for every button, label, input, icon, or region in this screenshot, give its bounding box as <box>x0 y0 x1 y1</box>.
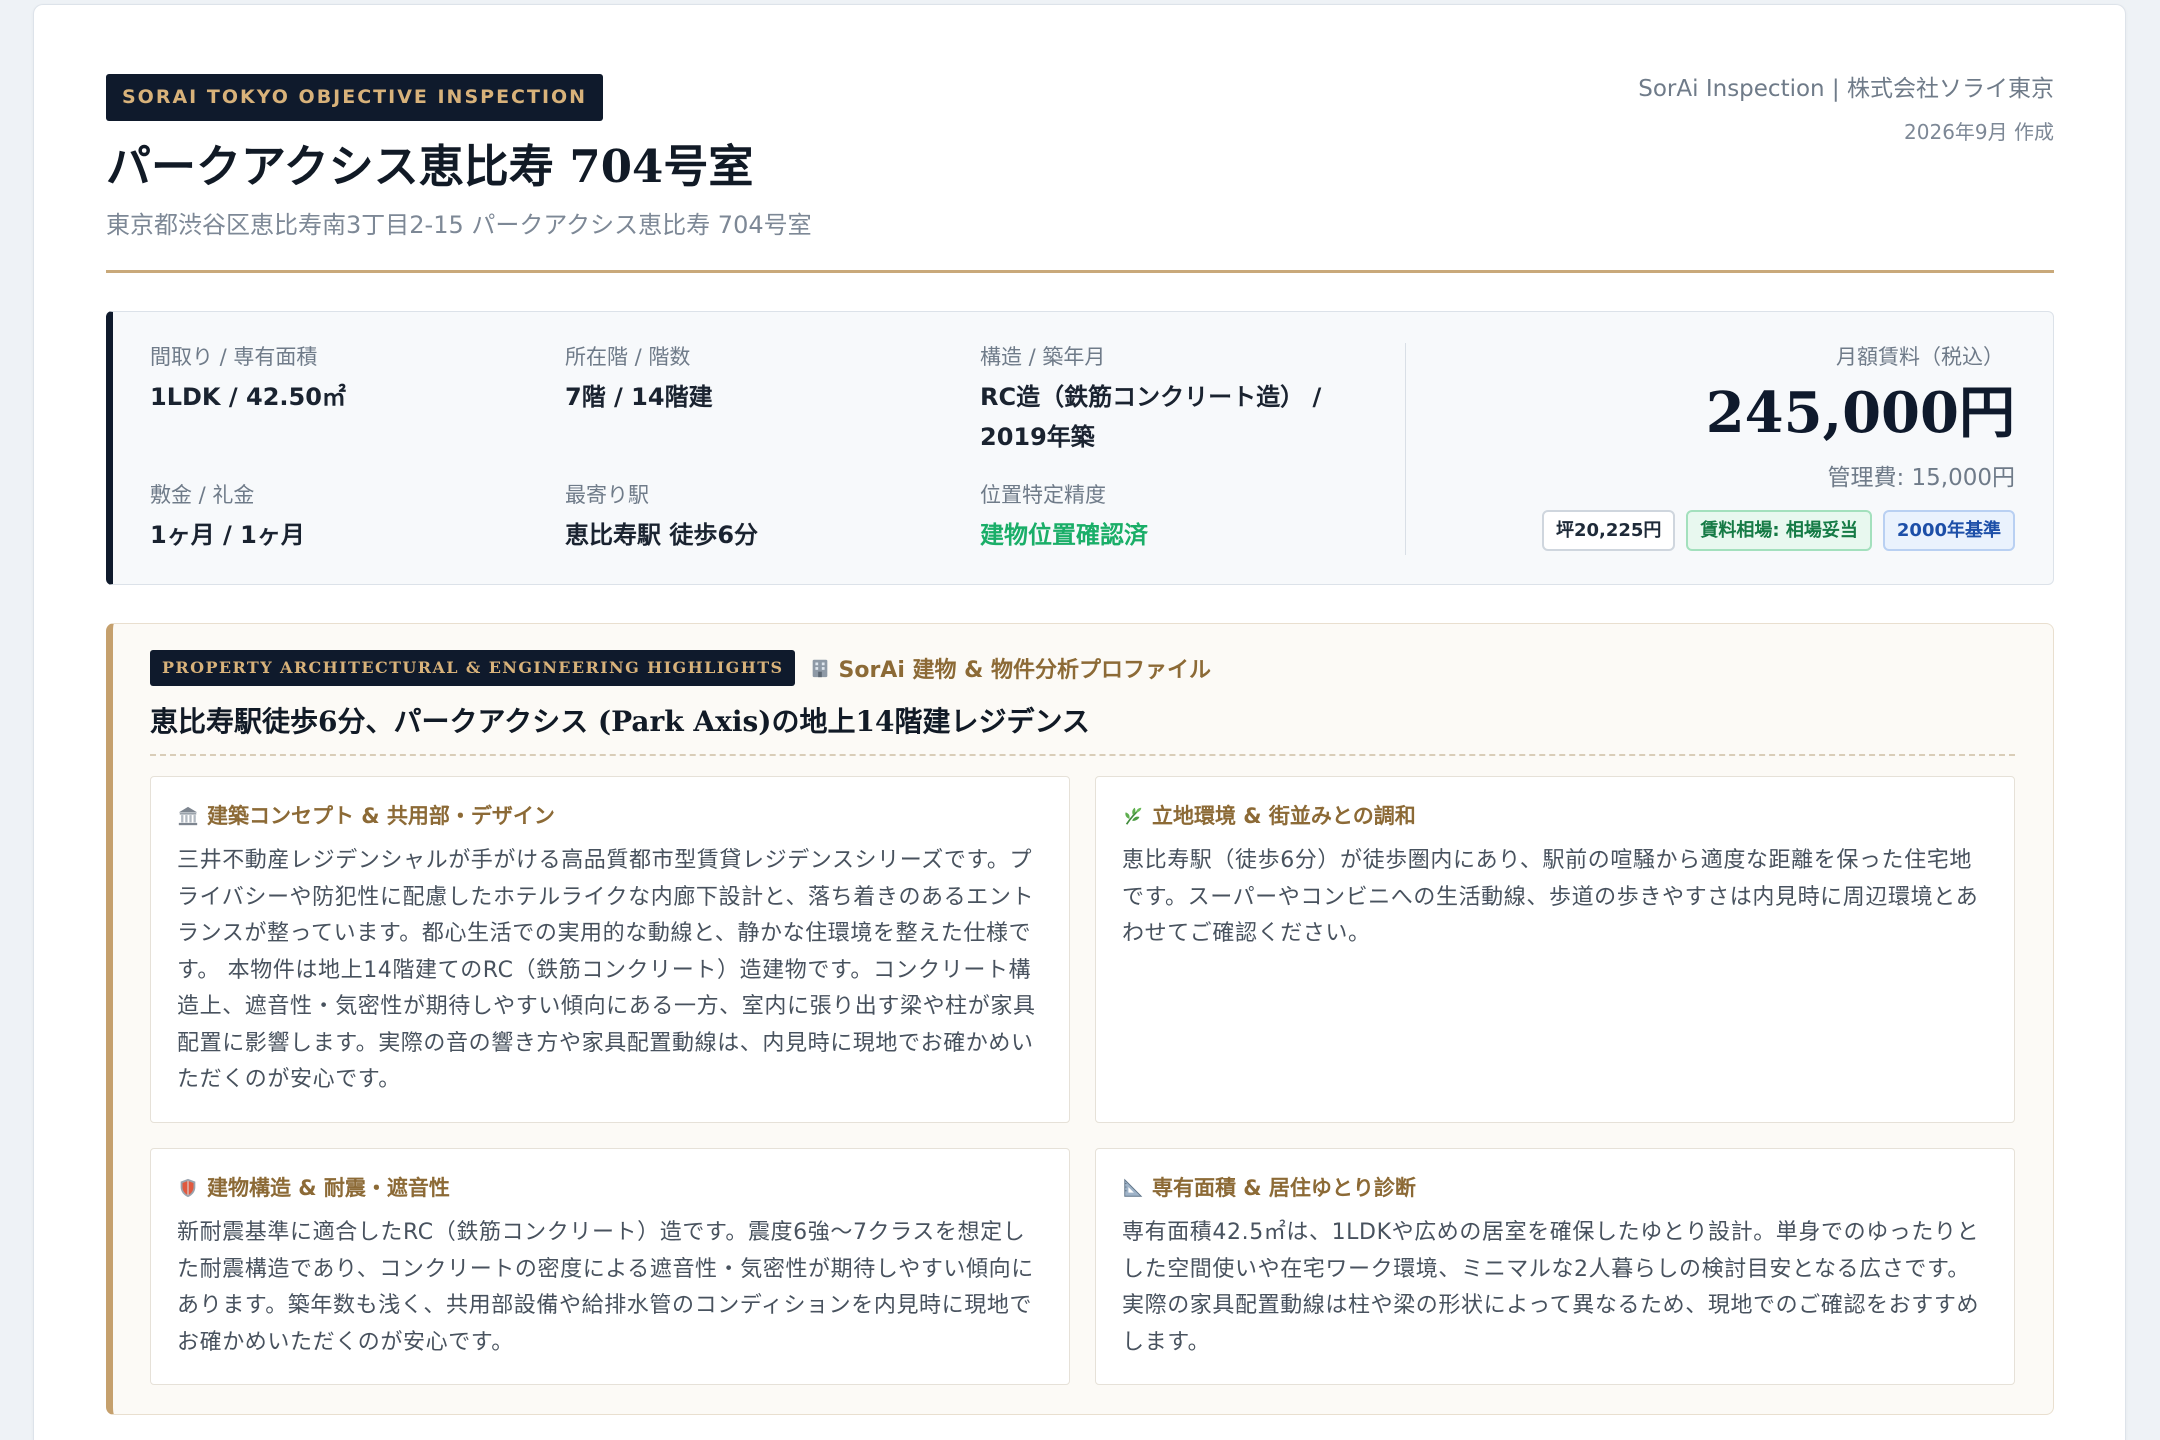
header-left: SORAI TOKYO OBJECTIVE INSPECTION パークアクシス… <box>106 74 812 241</box>
field-value: 恵比寿駅 徒歩6分 <box>565 521 759 549</box>
summary-panel: 間取り / 専有面積 1LDK / 42.50㎡ 所在階 / 階数 7階 / 1… <box>106 311 2054 585</box>
field-layout-area: 間取り / 専有面積 1LDK / 42.50㎡ <box>150 343 565 457</box>
card-title-text: 建物構造 & 耐震・遮音性 <box>207 1176 450 1200</box>
card-title-text: 専有面積 & 居住ゆとり診断 <box>1152 1176 1416 1200</box>
card-title: 立地環境 & 街並みとの調和 <box>1122 801 1988 831</box>
card-location-environment: 立地環境 & 街並みとの調和 恵比寿駅（徒歩6分）が徒歩圏内にあり、駅前の喧騒か… <box>1095 776 2015 1123</box>
field-label: 所在階 / 階数 <box>565 345 691 369</box>
report-sheet: SORAI TOKYO OBJECTIVE INSPECTION パークアクシス… <box>33 4 2126 1440</box>
rent-badges: 坪20,225円 賃料相場: 相場妥当 2000年基準 <box>1406 510 2015 551</box>
card-title-text: 建築コンセプト & 共用部・デザイン <box>207 804 555 828</box>
field-label: 構造 / 築年月 <box>980 345 1106 369</box>
header-meta: SorAi Inspection | 株式会社ソライ東京 2026年9月 作成 <box>1638 74 2054 146</box>
standard-year-badge: 2000年基準 <box>1882 510 2015 551</box>
price-per-tsubo-badge: 坪20,225円 <box>1541 510 1676 551</box>
field-deposit-key-money: 敷金 / 礼金 1ヶ月 / 1ヶ月 <box>150 481 565 555</box>
card-body: 新耐震基準に適合したRC（鉄筋コンクリート）造です。震度6強〜7クラスを想定した… <box>177 1220 1034 1355</box>
field-nearest-station: 最寄り駅 恵比寿駅 徒歩6分 <box>565 481 980 555</box>
field-label: 間取り / 専有面積 <box>150 345 318 369</box>
card-structure-seismic: 建物構造 & 耐震・遮音性 新耐震基準に適合したRC（鉄筋コンクリート）造です。… <box>150 1148 1070 1385</box>
property-address: 東京都渋谷区恵比寿南3丁目2-15 パークアクシス恵比寿 704号室 <box>106 211 812 239</box>
analysis-profile-text: SorAi 建物 & 物件分析プロファイル <box>838 658 1212 683</box>
field-location-accuracy: 位置特定精度 建物位置確認済 <box>980 481 1380 555</box>
field-value: 7階 / 14階建 <box>565 383 713 411</box>
highlights-top-row: PROPERTY ARCHITECTURAL & ENGINEERING HIG… <box>150 650 2015 686</box>
card-title: 建築コンセプト & 共用部・デザイン <box>177 801 1043 831</box>
triangular-ruler-icon <box>1122 1177 1144 1199</box>
field-label: 最寄り駅 <box>565 483 649 507</box>
management-fee: 管理費: 15,000円 <box>1827 465 2015 491</box>
card-title: 建物構造 & 耐震・遮音性 <box>177 1173 1043 1203</box>
location-verified-status: 建物位置確認済 <box>980 521 1148 549</box>
field-value: RC造（鉄筋コンクリート造） / 2019年築 <box>980 383 1322 451</box>
company-name: SorAi Inspection | 株式会社ソライ東京 <box>1638 76 2054 102</box>
card-body: 専有面積42.5㎡は、1LDKや広めの居室を確保したゆとり設計。単身でのゆったり… <box>1122 1220 1980 1355</box>
card-title: 専有面積 & 居住ゆとり診断 <box>1122 1173 1988 1203</box>
field-value: 1LDK / 42.50㎡ <box>150 383 346 411</box>
field-structure-year: 構造 / 築年月 RC造（鉄筋コンクリート造） / 2019年築 <box>980 343 1380 457</box>
field-label: 敷金 / 礼金 <box>150 483 255 507</box>
property-title: パークアクシス恵比寿 704号室 <box>106 140 754 193</box>
card-floor-area: 専有面積 & 居住ゆとり診断 専有面積42.5㎡は、1LDKや広めの居室を確保し… <box>1095 1148 2015 1385</box>
summary-fields: 間取り / 専有面積 1LDK / 42.50㎡ 所在階 / 階数 7階 / 1… <box>150 343 1380 555</box>
leaf-icon <box>1122 805 1144 827</box>
report-header: SORAI TOKYO OBJECTIVE INSPECTION パークアクシス… <box>106 74 2054 273</box>
highlights-grid: 建築コンセプト & 共用部・デザイン 三井不動産レジデンシャルが手がける高品質都… <box>150 776 2015 1385</box>
rent-box: 月額賃料（税込） 245,000円 管理費: 15,000円 坪20,225円 … <box>1405 343 2015 555</box>
highlights-heading: 恵比寿駅徒歩6分、パークアクシス (Park Axis)の地上14階建レジデンス <box>150 702 2015 756</box>
classical-building-icon <box>177 805 199 827</box>
rent-label: 月額賃料（税込） <box>1836 345 2004 369</box>
highlights-section: PROPERTY ARCHITECTURAL & ENGINEERING HIG… <box>106 623 2054 1415</box>
field-floor: 所在階 / 階数 7階 / 14階建 <box>565 343 980 457</box>
card-architecture-concept: 建築コンセプト & 共用部・デザイン 三井不動産レジデンシャルが手がける高品質都… <box>150 776 1070 1123</box>
shield-icon <box>177 1177 199 1199</box>
analysis-profile-label: SorAi 建物 & 物件分析プロファイル <box>809 652 1211 684</box>
market-rate-badge: 賃料相場: 相場妥当 <box>1686 510 1872 551</box>
card-body: 三井不動産レジデンシャルが手がける高品質都市型賃貸レジデンスシリーズです。プライ… <box>177 848 1036 1092</box>
card-body: 恵比寿駅（徒歩6分）が徒歩圏内にあり、駅前の喧騒から適度な距離を保った住宅地です… <box>1122 848 1979 946</box>
highlights-badge: PROPERTY ARCHITECTURAL & ENGINEERING HIG… <box>150 650 796 686</box>
brand-badge: SORAI TOKYO OBJECTIVE INSPECTION <box>106 74 604 121</box>
field-label: 位置特定精度 <box>980 483 1106 507</box>
card-title-text: 立地環境 & 街並みとの調和 <box>1152 804 1416 828</box>
monthly-rent: 245,000円 <box>1705 380 2015 446</box>
field-value: 1ヶ月 / 1ヶ月 <box>150 521 305 549</box>
building-icon <box>809 657 831 679</box>
report-date: 2026年9月 作成 <box>1904 120 2054 144</box>
